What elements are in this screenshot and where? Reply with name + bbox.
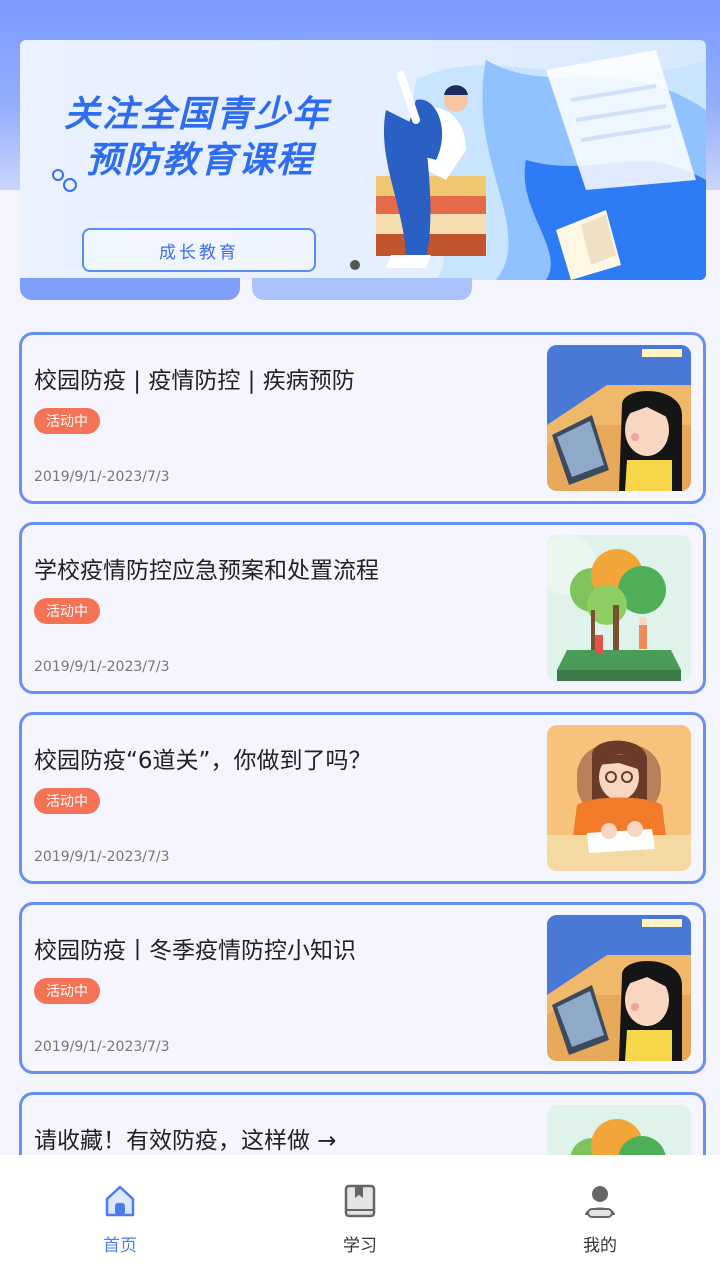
course-card[interactable]: 校园防疫 | 疫情防控 | 疾病预防 活动中 2019/9/1/-2023/7/… — [19, 332, 706, 504]
banner-title: 关注全国青少年 预防教育课程 — [64, 92, 330, 184]
student-reading-illustration — [376, 50, 706, 280]
course-card[interactable]: 校园防疫“6道关”，你做到了吗？ 活动中 2019/9/1/-2023/7/3 — [19, 712, 706, 884]
nav-study-label: 学习 — [343, 1236, 377, 1256]
status-badge: 活动中 — [34, 788, 100, 814]
course-date: 2019/9/1/-2023/7/3 — [34, 849, 170, 865]
course-date: 2019/9/1/-2023/7/3 — [34, 1039, 170, 1055]
course-title: 校园防疫“6道关”，你做到了吗？ — [34, 748, 372, 774]
course-card[interactable]: 校园防疫丨冬季疫情防控小知识 活动中 2019/9/1/-2023/7/3 — [19, 902, 706, 1074]
course-card[interactable]: 学校疫情防控应急预案和处置流程 活动中 2019/9/1/-2023/7/3 — [19, 522, 706, 694]
nav-profile[interactable]: 我的 — [540, 1183, 660, 1280]
course-thumbnail — [547, 535, 691, 681]
carousel-indicator — [350, 260, 360, 270]
course-date: 2019/9/1/-2023/7/3 — [34, 469, 170, 485]
course-date: 2019/9/1/-2023/7/3 — [34, 659, 170, 675]
status-badge: 活动中 — [34, 598, 100, 624]
course-title: 学校疫情防控应急预案和处置流程 — [34, 558, 379, 584]
category-tab-1[interactable] — [20, 278, 240, 300]
status-badge: 活动中 — [34, 408, 100, 434]
promo-banner[interactable]: 关注全国青少年 预防教育课程 成长教育 — [20, 40, 706, 280]
book-icon — [344, 1184, 376, 1218]
growth-education-button[interactable]: 成长教育 — [82, 228, 316, 272]
course-title: 校园防疫丨冬季疫情防控小知识 — [34, 938, 356, 964]
nav-profile-label: 我的 — [583, 1236, 617, 1256]
bottom-navigation: 首页 学习 我的 — [0, 1155, 720, 1280]
course-title: 请收藏！有效防疫，这样做 → — [34, 1128, 337, 1154]
user-icon — [585, 1186, 615, 1218]
course-title: 校园防疫 | 疫情防控 | 疾病预防 — [34, 368, 355, 394]
banner-title-line2: 预防教育课程 — [86, 140, 315, 181]
nav-home-label: 首页 — [103, 1236, 137, 1256]
course-thumbnail — [547, 345, 691, 491]
course-thumbnail — [547, 915, 691, 1061]
status-badge: 活动中 — [34, 978, 100, 1004]
home-icon — [105, 1185, 135, 1217]
nav-study[interactable]: 学习 — [300, 1183, 420, 1280]
banner-title-line1: 关注全国青少年 — [64, 94, 331, 135]
bubbles-icon — [52, 169, 77, 192]
course-thumbnail — [547, 725, 691, 871]
category-tab-2[interactable] — [252, 278, 472, 300]
nav-home[interactable]: 首页 — [60, 1183, 180, 1280]
course-list: 校园防疫 | 疫情防控 | 疾病预防 活动中 2019/9/1/-2023/7/… — [19, 332, 706, 1280]
